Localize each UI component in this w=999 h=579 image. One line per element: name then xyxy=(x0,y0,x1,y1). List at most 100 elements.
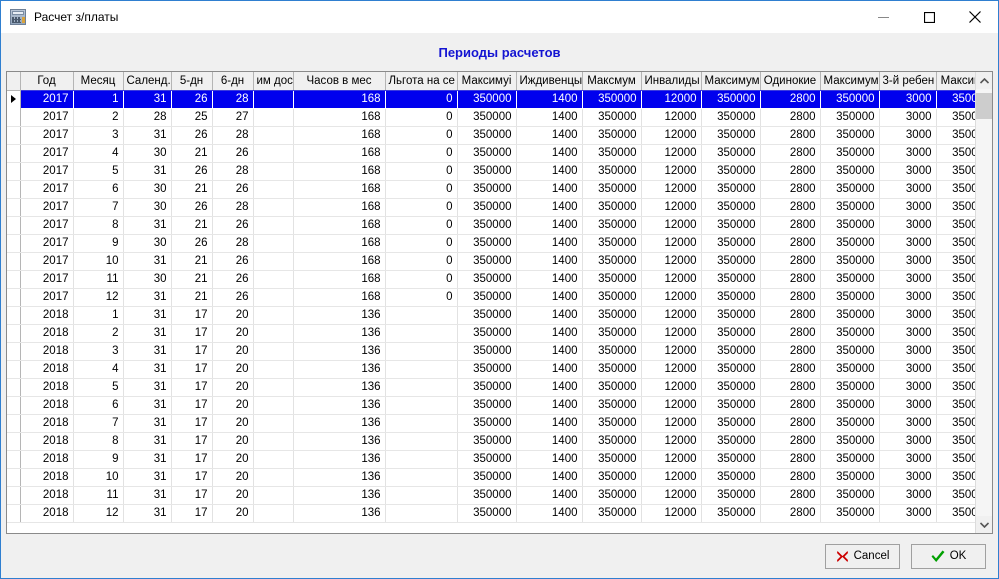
cell-13[interactable]: 2800 xyxy=(760,324,820,342)
cell-7[interactable]: 0 xyxy=(385,270,457,288)
cell-10[interactable]: 350000 xyxy=(582,414,641,432)
table-row[interactable]: 2018531172013635000014003500001200035000… xyxy=(7,378,975,396)
cell-5[interactable] xyxy=(253,162,293,180)
cell-7[interactable]: 0 xyxy=(385,288,457,306)
vertical-scrollbar[interactable] xyxy=(975,72,992,533)
data-grid[interactable]: ГодМесяцСаленд.5-дн6-дним досЧасов в мес… xyxy=(6,71,993,534)
column-header-0[interactable]: Год xyxy=(20,72,73,90)
cell-2[interactable]: 31 xyxy=(123,324,171,342)
cell-3[interactable]: 26 xyxy=(171,162,212,180)
cell-12[interactable]: 350000 xyxy=(701,180,760,198)
cell-5[interactable] xyxy=(253,486,293,504)
cell-10[interactable]: 350000 xyxy=(582,108,641,126)
cell-2[interactable]: 30 xyxy=(123,180,171,198)
cell-15[interactable]: 3000 xyxy=(879,360,936,378)
cell-14[interactable]: 350000 xyxy=(820,270,879,288)
cell-12[interactable]: 350000 xyxy=(701,198,760,216)
cell-5[interactable] xyxy=(253,234,293,252)
cell-15[interactable]: 3000 xyxy=(879,450,936,468)
row-indicator[interactable] xyxy=(7,126,20,144)
table-row[interactable]: 2018731172013635000014003500001200035000… xyxy=(7,414,975,432)
cell-8[interactable]: 350000 xyxy=(457,270,516,288)
cell-0[interactable]: 2018 xyxy=(20,486,73,504)
cell-5[interactable] xyxy=(253,270,293,288)
cell-6[interactable]: 168 xyxy=(293,108,385,126)
cell-8[interactable]: 350000 xyxy=(457,414,516,432)
cell-0[interactable]: 2017 xyxy=(20,144,73,162)
column-header-16[interactable]: Максимуi xyxy=(936,72,975,90)
cell-1[interactable]: 1 xyxy=(73,90,123,108)
cell-5[interactable] xyxy=(253,306,293,324)
cell-12[interactable]: 350000 xyxy=(701,450,760,468)
column-header-4[interactable]: 6-дн xyxy=(212,72,253,90)
cell-16[interactable]: 350000 xyxy=(936,234,975,252)
column-header-6[interactable]: Часов в мес xyxy=(293,72,385,90)
row-indicator[interactable] xyxy=(7,324,20,342)
cell-4[interactable]: 28 xyxy=(212,198,253,216)
cell-15[interactable]: 3000 xyxy=(879,198,936,216)
cell-8[interactable]: 350000 xyxy=(457,306,516,324)
cell-14[interactable]: 350000 xyxy=(820,306,879,324)
cell-0[interactable]: 2017 xyxy=(20,162,73,180)
cell-16[interactable]: 350000 xyxy=(936,216,975,234)
cell-3[interactable]: 17 xyxy=(171,450,212,468)
cell-6[interactable]: 168 xyxy=(293,144,385,162)
cell-11[interactable]: 12000 xyxy=(641,414,701,432)
cell-5[interactable] xyxy=(253,414,293,432)
cell-0[interactable]: 2017 xyxy=(20,216,73,234)
table-row[interactable]: 2017331262816803500001400350000120003500… xyxy=(7,126,975,144)
row-indicator[interactable] xyxy=(7,198,20,216)
column-header-7[interactable]: Льгота на се xyxy=(385,72,457,90)
cell-14[interactable]: 350000 xyxy=(820,486,879,504)
cell-1[interactable]: 6 xyxy=(73,180,123,198)
cell-9[interactable]: 1400 xyxy=(516,324,582,342)
cell-12[interactable]: 350000 xyxy=(701,288,760,306)
cell-2[interactable]: 31 xyxy=(123,252,171,270)
cell-10[interactable]: 350000 xyxy=(582,198,641,216)
cell-9[interactable]: 1400 xyxy=(516,180,582,198)
cell-1[interactable]: 4 xyxy=(73,360,123,378)
cell-6[interactable]: 136 xyxy=(293,342,385,360)
cell-16[interactable]: 350000 xyxy=(936,324,975,342)
cell-10[interactable]: 350000 xyxy=(582,504,641,522)
row-indicator[interactable] xyxy=(7,414,20,432)
cell-2[interactable]: 31 xyxy=(123,396,171,414)
cell-4[interactable]: 26 xyxy=(212,216,253,234)
cell-7[interactable]: 0 xyxy=(385,180,457,198)
table-row[interactable]: 2017930262816803500001400350000120003500… xyxy=(7,234,975,252)
cell-14[interactable]: 350000 xyxy=(820,432,879,450)
cell-7[interactable] xyxy=(385,360,457,378)
cell-13[interactable]: 2800 xyxy=(760,396,820,414)
cell-12[interactable]: 350000 xyxy=(701,414,760,432)
cell-9[interactable]: 1400 xyxy=(516,216,582,234)
cell-15[interactable]: 3000 xyxy=(879,486,936,504)
cell-12[interactable]: 350000 xyxy=(701,144,760,162)
cell-7[interactable]: 0 xyxy=(385,252,457,270)
cell-4[interactable]: 20 xyxy=(212,324,253,342)
cell-15[interactable]: 3000 xyxy=(879,342,936,360)
cell-3[interactable]: 17 xyxy=(171,468,212,486)
cell-10[interactable]: 350000 xyxy=(582,324,641,342)
cell-9[interactable]: 1400 xyxy=(516,90,582,108)
cell-12[interactable]: 350000 xyxy=(701,432,760,450)
cell-3[interactable]: 21 xyxy=(171,270,212,288)
cell-5[interactable] xyxy=(253,378,293,396)
cell-8[interactable]: 350000 xyxy=(457,234,516,252)
cell-6[interactable]: 168 xyxy=(293,162,385,180)
cell-4[interactable]: 28 xyxy=(212,90,253,108)
cell-8[interactable]: 350000 xyxy=(457,90,516,108)
cell-12[interactable]: 350000 xyxy=(701,324,760,342)
cell-7[interactable] xyxy=(385,306,457,324)
cell-15[interactable]: 3000 xyxy=(879,432,936,450)
cell-1[interactable]: 6 xyxy=(73,396,123,414)
cell-4[interactable]: 20 xyxy=(212,504,253,522)
cell-14[interactable]: 350000 xyxy=(820,90,879,108)
cell-4[interactable]: 20 xyxy=(212,432,253,450)
cell-12[interactable]: 350000 xyxy=(701,306,760,324)
cell-16[interactable]: 350000 xyxy=(936,108,975,126)
cell-6[interactable]: 136 xyxy=(293,324,385,342)
cell-2[interactable]: 31 xyxy=(123,288,171,306)
cell-10[interactable]: 350000 xyxy=(582,306,641,324)
cell-2[interactable]: 31 xyxy=(123,306,171,324)
cell-9[interactable]: 1400 xyxy=(516,144,582,162)
